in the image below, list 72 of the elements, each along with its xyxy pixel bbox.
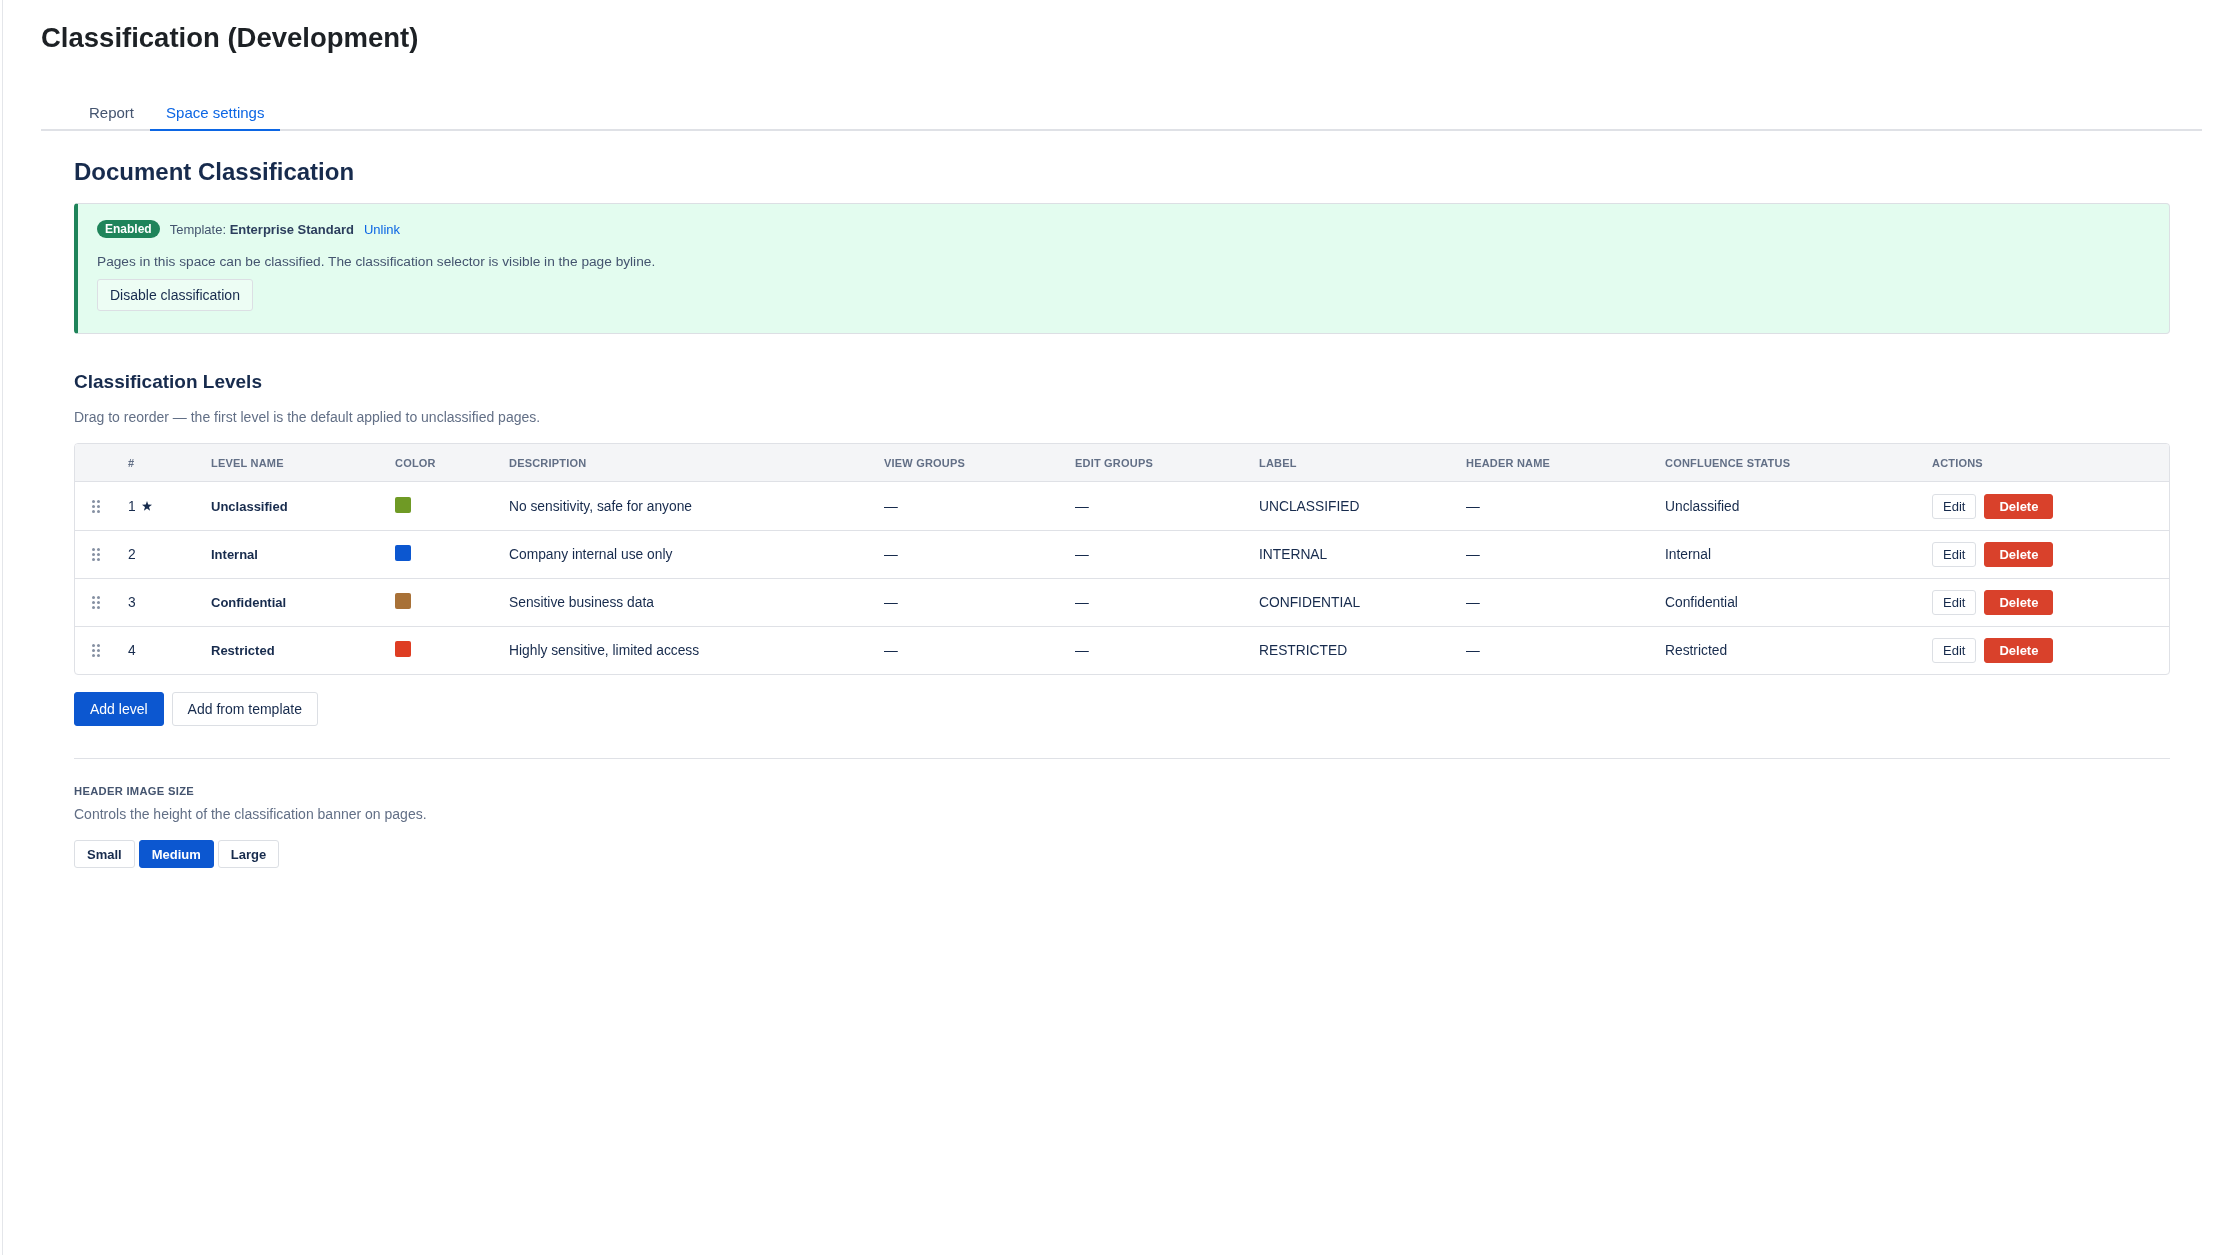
column-header: EDIT GROUPS: [1075, 456, 1153, 469]
unlink-link[interactable]: Unlink: [363, 221, 401, 237]
row-number: 4: [128, 643, 136, 658]
table-cell: Company internal use only: [509, 547, 673, 562]
table-cell: —: [1075, 643, 1089, 658]
size-option[interactable]: Large: [217, 840, 280, 868]
drag-handle-icon[interactable]: [92, 596, 100, 609]
table-cell: No sensitivity, safe for anyone: [509, 498, 693, 514]
edit-button[interactable]: Edit: [1932, 590, 1977, 615]
table-cell: —: [884, 595, 898, 610]
column-header: HEADER NAME: [1466, 456, 1551, 469]
row-number: 1: [128, 498, 136, 514]
table-cell: —: [1075, 547, 1089, 562]
table-cell: UNCLASSIFIED: [1259, 498, 1360, 514]
table-cell: —: [1466, 595, 1480, 610]
column-header: LEVEL NAME: [211, 456, 284, 469]
reorder-hint: Drag to reorder — the first level is the default applied to unclassified pages.: [74, 408, 542, 426]
row-number: 2: [128, 547, 136, 562]
table-cell: CONFIDENTIAL: [1259, 595, 1361, 610]
section-heading: Document Classification: [74, 157, 356, 187]
size-option[interactable]: Small: [74, 840, 135, 868]
disable-classification-button[interactable]: Disable classification: [97, 279, 253, 311]
table-cell: INTERNAL: [1259, 547, 1328, 562]
size-option[interactable]: Medium: [138, 840, 214, 868]
column-header: DESCRIPTION: [509, 456, 587, 469]
table-cell: —: [1075, 595, 1089, 610]
table-cell: Internal: [1665, 547, 1712, 562]
table-cell: —: [1075, 498, 1089, 514]
edit-button[interactable]: Edit: [1932, 493, 1977, 519]
delete-button[interactable]: Delete: [1984, 542, 2054, 567]
banner-description: Pages in this space can be classified. The classification selector is visible in the page byline.: [97, 253, 657, 271]
column-header: VIEW GROUPS: [884, 456, 966, 469]
section-heading: Classification Levels: [74, 370, 263, 394]
table-cell: —: [1466, 498, 1480, 514]
delete-button[interactable]: Delete: [1984, 590, 2054, 615]
tab[interactable]: Report: [73, 95, 151, 131]
table-cell: Restricted: [1665, 643, 1728, 658]
column-header: COLOR: [395, 456, 436, 469]
status-badge: Enabled: [97, 220, 160, 238]
column-header: CONFLUENCE STATUS: [1665, 456, 1791, 469]
table-cell: —: [884, 498, 898, 514]
drag-handle-icon[interactable]: [92, 548, 100, 561]
drag-handle-icon[interactable]: [92, 644, 100, 657]
section-label: HEADER IMAGE SIZE: [74, 784, 196, 799]
table-cell: Confidential: [1665, 595, 1738, 610]
level-name: Confidential: [211, 595, 287, 610]
row-number: 3: [128, 595, 136, 610]
level-name: Internal: [211, 547, 258, 562]
add-from-template-button[interactable]: Add from template: [171, 692, 318, 726]
delete-button[interactable]: Delete: [1984, 493, 2054, 519]
page-title: Classification (Development): [41, 21, 420, 55]
column-header: #: [128, 456, 135, 469]
template-text: Template: Enterprise Standard: [169, 221, 354, 237]
table-cell: —: [884, 643, 898, 658]
table-cell: Highly sensitive, limited access: [509, 643, 700, 658]
size-hint: Controls the height of the classification banner on pages.: [74, 805, 428, 823]
table-cell: —: [1466, 547, 1480, 562]
table-cell: Sensitive business data: [509, 595, 654, 610]
table-cell: —: [884, 547, 898, 562]
tab[interactable]: Space settings: [150, 95, 281, 131]
table-cell: —: [1466, 643, 1480, 658]
column-header: ACTIONS: [1932, 456, 1983, 469]
add-level-button[interactable]: Add level: [74, 692, 164, 726]
table-cell: Unclassified: [1665, 498, 1740, 514]
drag-handle-icon[interactable]: [92, 499, 100, 513]
level-name: Unclassified: [211, 498, 288, 514]
delete-button[interactable]: Delete: [1984, 638, 2054, 663]
edit-button[interactable]: Edit: [1932, 638, 1977, 663]
column-header: LABEL: [1259, 456, 1297, 469]
level-name: Restricted: [211, 643, 275, 658]
table-cell: RESTRICTED: [1259, 643, 1348, 658]
edit-button[interactable]: Edit: [1932, 542, 1977, 567]
